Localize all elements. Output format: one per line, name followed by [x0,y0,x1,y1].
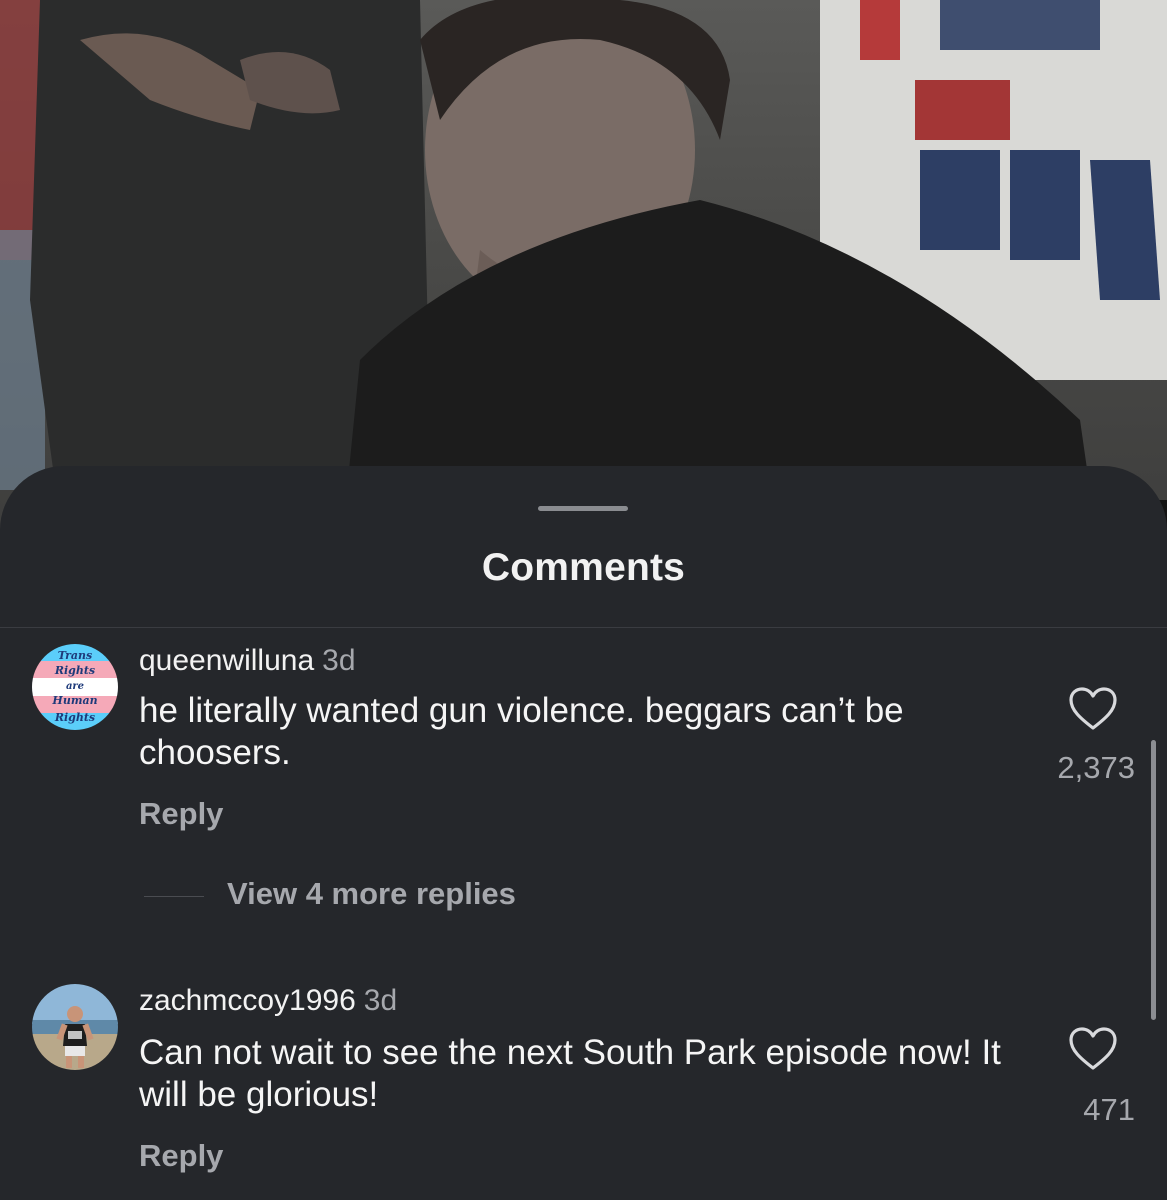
avatar-text-line-5: Rights [54,711,95,724]
replies-thread-line [144,896,204,897]
like-count: 471 [1083,1092,1135,1127]
reply-button[interactable]: Reply [139,1138,223,1174]
comment-username[interactable]: queenwilluna [139,644,314,677]
comments-sheet: Comments Trans Rights are Human Rights q… [0,466,1167,1200]
avatar-text-line-3: are [66,681,84,692]
comment-header: zachmccoy1996 3d [139,984,397,1018]
scrollbar[interactable] [1151,740,1156,1020]
reply-button[interactable]: Reply [139,796,223,832]
comment-username[interactable]: zachmccoy1996 [139,984,356,1017]
comment-timestamp: 3d [363,984,398,1017]
header-divider [0,627,1167,628]
avatar[interactable] [32,984,118,1070]
view-more-replies-label: View 4 more replies [227,876,516,911]
sheet-grabber-handle[interactable] [538,506,628,511]
sheet-title: Comments [481,546,686,589]
trans-rights-avatar-image: Trans Rights are Human Rights [32,644,118,730]
avatar-text-line-2: Rights [54,664,95,677]
heart-outline-icon[interactable] [1068,686,1118,732]
screen: Comments Trans Rights are Human Rights q… [0,0,1167,1200]
avatar-text-line-1: Trans [58,649,93,662]
profile-photo-avatar-image [32,984,118,1070]
like-count: 2,373 [1057,750,1135,785]
avatar[interactable]: Trans Rights are Human Rights [32,644,118,730]
comment-timestamp: 3d [322,644,356,677]
comment-text: he literally wanted gun violence. beggar… [139,691,904,772]
comment-header: queenwilluna 3d [139,644,356,678]
heart-outline-icon[interactable] [1068,1026,1118,1072]
avatar-text-line-4: Human [51,694,97,707]
comment-text: Can not wait to see the next South Park … [139,1033,1001,1114]
